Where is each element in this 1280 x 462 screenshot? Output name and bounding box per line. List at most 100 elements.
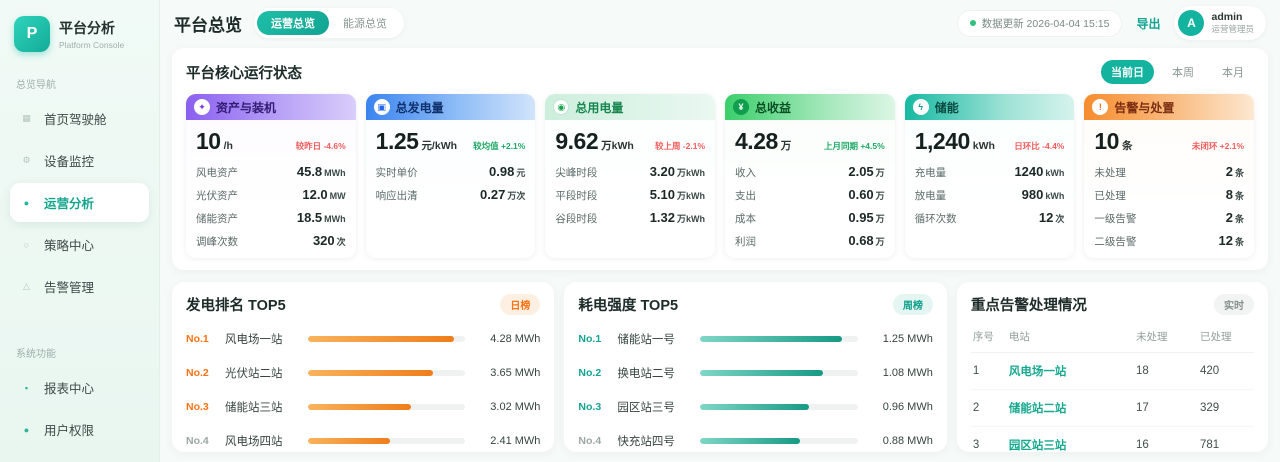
user-name: admin [1211, 11, 1254, 23]
kpi-row-label: 谷段时段 [555, 211, 597, 226]
sidebar-item-label: 告警管理 [44, 277, 94, 296]
rank-bar-track [700, 370, 857, 376]
kpi-row-value: 2 [1226, 210, 1233, 225]
kpi-detail-row: 成本0.95万 [735, 210, 885, 226]
kpi-row-label: 未处理 [1094, 165, 1126, 180]
kpi-card-body: 10/h较昨日 -4.6%风电资产45.8MWh光伏资产12.0MW储能资产18… [186, 120, 356, 258]
app-subtitle: Platform Console [59, 40, 124, 50]
consumption-rank-panel: 耗电强度 TOP5 周榜 No.1储能站一号1.25 MWhNo.2换电站二号1… [564, 282, 946, 452]
station-name: 风电场四站 [225, 433, 299, 449]
sidebar-nav-system: 系统功能▪报表中心●用户权限 [10, 337, 149, 452]
kpi-row-unit: 万kWh [677, 166, 705, 179]
kpi-card-title: 储能 [935, 99, 959, 116]
user-menu[interactable]: A admin 运营管理员 [1174, 6, 1266, 40]
sidebar-item-strategy-center[interactable]: ○策略中心 [10, 225, 149, 264]
kpi-main-value-row: 1,240kWh日环比 -4.4% [915, 128, 1065, 155]
core-status-panel: 平台核心运行状态 当前日本周本月 ✦资产与装机10/h较昨日 -4.6%风电资产… [172, 48, 1268, 270]
kpi-row-unit: 万kWh [677, 212, 705, 225]
rank-bar-fill [700, 370, 822, 376]
time-tab-当前日[interactable]: 当前日 [1101, 60, 1154, 84]
rank-bar-fill [700, 336, 842, 342]
kpi-row-value: 0.60 [848, 187, 873, 202]
kpi-main-value: 9.62 [555, 128, 598, 155]
consumption-rank-rows: No.1储能站一号1.25 MWhNo.2换电站二号1.08 MWhNo.3园区… [578, 331, 932, 462]
sidebar-nav-overview: 总览导航 ▦首页驾驶舱⚙设备监控●运营分析○策略中心△告警管理 [10, 68, 149, 309]
rank-value: 3.65 MWh [474, 367, 540, 379]
generation-rank-panel: 发电排名 TOP5 日榜 No.1风电场一站4.28 MWhNo.2光伏站二站3… [172, 282, 554, 452]
unhandled-count: 17 [1136, 402, 1200, 414]
rank-bar-track [308, 438, 465, 444]
kpi-main-value: 10 [196, 128, 221, 155]
app-title: 平台分析 [59, 18, 124, 38]
column-header: 电站 [1009, 329, 1136, 344]
sidebar-item-alarm-management[interactable]: △告警管理 [10, 267, 149, 306]
sidebar-item-home-dashboard[interactable]: ▦首页驾驶舱 [10, 99, 149, 138]
kpi-trend-badge: 未闭环 +2.1% [1192, 140, 1244, 152]
app-logo: P 平台分析 Platform Console [10, 14, 149, 68]
kpi-row-label: 光伏资产 [196, 188, 238, 203]
kpi-detail-row: 光伏资产12.0MW [196, 187, 346, 203]
station-link[interactable]: 风电场一站 [1009, 363, 1136, 379]
kpi-row-value: 0.98 [489, 164, 514, 179]
rank-row: No.3储能站三站3.02 MWh [186, 399, 540, 415]
nav-section-label: 总览导航 [16, 76, 143, 91]
station-link[interactable]: 园区站三站 [1009, 437, 1136, 453]
table-row: 1风电场一站18420 [971, 353, 1254, 390]
kpi-row-value: 8 [1226, 187, 1233, 202]
kpi-row-unit: 元 [516, 166, 525, 179]
export-button[interactable]: 导出 [1136, 15, 1160, 32]
station-name: 换电站二号 [617, 365, 691, 381]
handled-count: 420 [1200, 365, 1252, 377]
avatar: A [1178, 10, 1204, 36]
station-name: 光伏站二站 [225, 365, 299, 381]
kpi-row-label: 调峰次数 [196, 234, 238, 249]
kpi-card-header: ✦资产与装机 [186, 94, 356, 120]
kpi-main-unit: kWh [973, 140, 995, 152]
kpi-card-body: 9.62万kWh较上周 -2.1%尖峰时段3.20万kWh平段时段5.10万kW… [545, 120, 715, 235]
kpi-detail-rows: 风电资产45.8MWh光伏资产12.0MW储能资产18.5MWh调峰次数320次 [196, 164, 346, 249]
time-tab-本月[interactable]: 本月 [1212, 60, 1254, 84]
sidebar-item-operations-analysis[interactable]: ●运营分析 [10, 183, 149, 222]
kpi-row-value: 0.68 [848, 233, 873, 248]
kpi-row-unit: 万 [876, 166, 885, 179]
kpi-row-unit: 次 [1055, 212, 1064, 225]
tab-运营总览[interactable]: 运营总览 [257, 11, 329, 35]
row-index: 3 [973, 439, 1009, 451]
kpi-detail-row: 储能资产18.5MWh [196, 210, 346, 226]
kpi-row-value: 45.8 [297, 164, 322, 179]
kpi-row-label: 一级告警 [1094, 211, 1136, 226]
tab-能源总览[interactable]: 能源总览 [329, 11, 401, 35]
sidebar-item-report-center[interactable]: ▪报表中心 [10, 368, 149, 407]
column-header: 已处理 [1200, 329, 1252, 344]
time-tab-本周[interactable]: 本周 [1162, 60, 1204, 84]
kpi-detail-row: 未处理2条 [1094, 164, 1244, 180]
kpi-row-label: 尖峰时段 [555, 165, 597, 180]
kpi-row-value: 980 [1022, 187, 1044, 202]
storage-icon: ϟ [913, 99, 929, 115]
kpi-trend-badge: 较上周 -2.1% [655, 140, 705, 152]
station-link[interactable]: 储能站二站 [1009, 400, 1136, 416]
consumption-icon: ◉ [553, 99, 569, 115]
alarm-table: 序号电站未处理已处理 1风电场一站184202储能站二站173293园区站三站1… [971, 323, 1254, 462]
alarm-panel-title: 重点告警处理情况 [971, 294, 1087, 315]
kpi-row-unit: MW [330, 191, 346, 201]
kpi-card-body: 10条未闭环 +2.1%未处理2条已处理8条一级告警2条二级告警12条 [1084, 120, 1254, 258]
kpi-row-unit: MWh [324, 214, 346, 224]
kpi-main-value-row: 10/h较昨日 -4.6% [196, 128, 346, 155]
sidebar-item-device-monitor[interactable]: ⚙设备监控 [10, 141, 149, 180]
kpi-detail-rows: 实时单价0.98元响应出清0.27万次 [376, 164, 526, 203]
kpi-main-unit: /h [224, 140, 233, 152]
rank-bar-fill [308, 438, 390, 444]
rank-value: 1.25 MWh [867, 333, 933, 345]
rank-bar-fill [308, 404, 411, 410]
kpi-row-value: 2.05 [848, 164, 873, 179]
kpi-row-label: 充电量 [915, 165, 947, 180]
sidebar-item-user-permission[interactable]: ●用户权限 [10, 410, 149, 449]
topbar: 平台总览 运营总览能源总览 数据更新 2026-04-04 15:15 导出 A… [160, 0, 1280, 46]
kpi-main-value: 1,240 [915, 128, 970, 155]
kpi-card-body: 1,240kWh日环比 -4.4%充电量1240kWh放电量980kWh循环次数… [905, 120, 1075, 235]
kpi-row-label: 储能资产 [196, 211, 238, 226]
sidebar-item-label: 运营分析 [44, 193, 94, 212]
sidebar-item-label: 报表中心 [44, 378, 94, 397]
kpi-main-value: 10 [1094, 128, 1119, 155]
